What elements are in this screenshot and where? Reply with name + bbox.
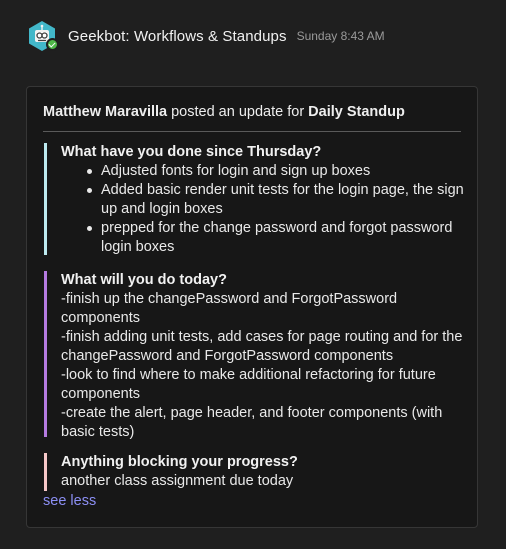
question-done-since-thursday: What have you done since Thursday? [61,144,322,160]
done-items-list: Adjusted fonts for login and sign up box… [61,162,464,257]
today-plan-answer: -finish up the changePassword and Forgot… [61,290,464,442]
posted-update-text: posted an update for [167,104,309,120]
today-plan-line: -finish adding unit tests, add cases for… [61,329,463,364]
section-done-since-thursday: What have you done since Thursday? Adjus… [44,143,464,255]
sender-name[interactable]: Geekbot: Workflows & Standups [68,28,287,45]
update-title: Matthew Maravilla posted an update for D… [43,102,463,122]
bot-avatar[interactable] [26,20,59,52]
standup-update-card: Matthew Maravilla posted an update for D… [26,86,478,528]
message-header: Geekbot: Workflows & Standups Sunday 8:4… [26,20,385,52]
done-item: Added basic render unit tests for the lo… [87,182,464,217]
question-blockers: Anything blocking your progress? [61,454,298,470]
question-today-plan: What will you do today? [61,272,227,288]
online-status-icon [46,38,59,51]
see-less-link[interactable]: see less [43,492,96,511]
today-plan-line: -finish up the changePassword and Forgot… [61,291,398,326]
done-item: prepped for the change password and forg… [87,219,464,257]
done-item: Adjusted fonts for login and sign up box… [87,162,464,181]
section-blockers: Anything blocking your progress? another… [44,453,464,491]
today-plan-line: -look to find where to make additional r… [61,367,436,402]
today-plan-line: -create the alert, page header, and foot… [61,405,443,440]
standup-name: Daily Standup [308,104,405,120]
author-name: Matthew Maravilla [43,104,168,120]
teams-message-screen: Geekbot: Workflows & Standups Sunday 8:4… [0,0,506,549]
title-divider [43,131,461,132]
section-today-plan: What will you do today? -finish up the c… [44,271,464,440]
message-timestamp: Sunday 8:43 AM [296,29,385,43]
blockers-answer: another class assignment due today [61,473,294,489]
